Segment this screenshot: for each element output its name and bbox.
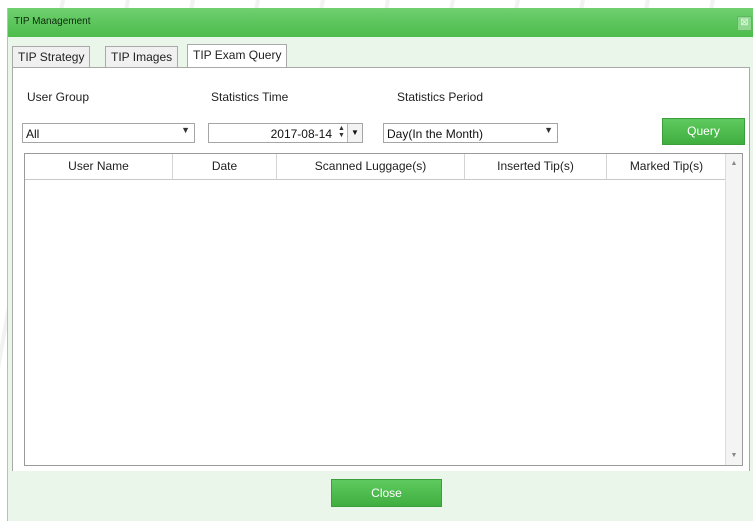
dialog-footer: Close [8,471,753,521]
results-table[interactable]: User Name Date Scanned Luggage(s) Insert… [24,153,743,466]
close-button[interactable]: Close [331,479,442,507]
user-group-value: All [26,127,40,141]
column-header-user-name[interactable]: User Name [25,154,173,179]
column-header-inserted-tips[interactable]: Inserted Tip(s) [465,154,607,179]
title-bar[interactable]: TIP Management ⊠ [8,8,753,37]
table-header: User Name Date Scanned Luggage(s) Insert… [25,154,726,180]
scroll-up-icon[interactable]: ▲ [726,160,742,167]
statistics-time-datepicker[interactable]: 2017-08-14 ▲ ▼ ▼ [208,123,363,143]
chevron-down-icon: ▼ [544,125,553,135]
window-close-icon[interactable]: ⊠ [737,16,752,31]
calendar-dropdown-icon[interactable]: ▼ [347,124,362,142]
column-header-date[interactable]: Date [173,154,277,179]
exam-query-panel: User Group Statistics Time Statistics Pe… [12,67,750,473]
query-button[interactable]: Query [662,118,745,145]
tip-management-window: TIP Management ⊠ TIP Strategy TIP Images… [7,8,753,521]
statistics-period-select[interactable]: Day(In the Month) ▼ [383,123,558,143]
statistics-period-label: Statistics Period [397,90,484,104]
user-group-label: User Group [27,90,90,104]
statistics-period-value: Day(In the Month) [387,127,484,141]
statistics-time-label: Statistics Time [211,90,289,104]
spin-updown-icon[interactable]: ▲ ▼ [336,125,347,141]
tab-tip-images[interactable]: TIP Images [105,46,179,67]
tab-tip-exam-query[interactable]: TIP Exam Query [187,44,288,68]
column-header-marked-tips[interactable]: Marked Tip(s) [607,154,726,179]
scroll-down-icon[interactable]: ▼ [726,452,742,459]
tab-strip: TIP Strategy TIP Images TIP Exam Query [12,44,752,68]
statistics-time-value: 2017-08-14 [270,127,332,141]
chevron-down-icon: ▼ [181,125,190,135]
vertical-scrollbar[interactable]: ▲ ▼ [725,154,742,465]
user-group-select[interactable]: All ▼ [22,123,195,143]
column-header-scanned-luggage[interactable]: Scanned Luggage(s) [277,154,465,179]
tab-tip-strategy[interactable]: TIP Strategy [12,46,91,67]
window-title: TIP Management [14,16,91,27]
